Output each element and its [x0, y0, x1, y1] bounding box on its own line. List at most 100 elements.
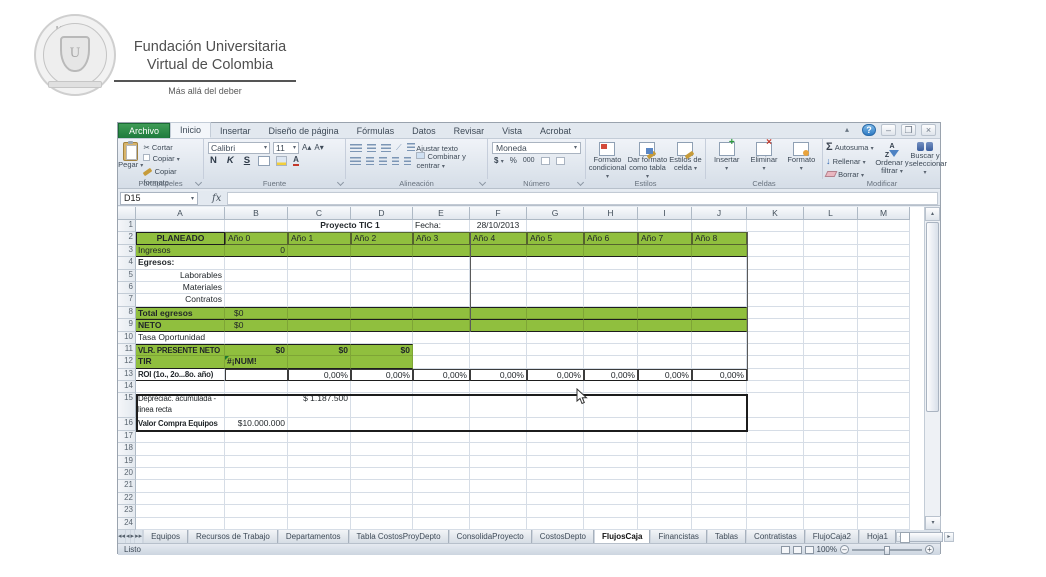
cell-J7[interactable] [692, 294, 747, 306]
cell-J22[interactable] [692, 493, 747, 505]
find-select-button[interactable]: Buscar y seleccionar ▾ [909, 141, 941, 182]
cell-E2[interactable]: Año 3 [413, 232, 470, 244]
percent-button[interactable]: % [510, 156, 517, 165]
restore-window-button[interactable]: ❐ [901, 124, 916, 136]
name-box-dropdown-icon[interactable]: ▾ [191, 195, 194, 202]
col-header-I[interactable]: I [638, 207, 692, 220]
cell-M1[interactable] [858, 220, 910, 232]
cell-E24[interactable] [413, 518, 470, 530]
cell-J6[interactable] [692, 282, 747, 294]
cell-M11[interactable] [858, 344, 910, 356]
col-header-D[interactable]: D [351, 207, 413, 220]
cell-L11[interactable] [804, 344, 858, 356]
cell-F4[interactable] [470, 257, 527, 269]
cell-J17[interactable] [692, 431, 747, 443]
cell-J24[interactable] [692, 518, 747, 530]
cell-L22[interactable] [804, 493, 858, 505]
cell-B7[interactable] [225, 294, 288, 306]
cell-G19[interactable] [527, 456, 584, 468]
cell-M24[interactable] [858, 518, 910, 530]
cell-L16[interactable] [804, 418, 858, 430]
ribbon-tab-acrobat[interactable]: Acrobat [531, 124, 580, 138]
cell-I10[interactable] [638, 332, 692, 344]
cell-styles-button[interactable]: Estilos de celda ▾ [668, 141, 703, 181]
sheet-tab-tabla-costosproydepto[interactable]: Tabla CostosProyDepto [349, 530, 449, 543]
col-header-B[interactable]: B [225, 207, 288, 220]
cell-D4[interactable] [351, 257, 413, 269]
cell-E12[interactable] [413, 356, 470, 368]
cell-I19[interactable] [638, 456, 692, 468]
cell-J3[interactable] [692, 245, 747, 257]
row-header-6[interactable]: 6 [118, 282, 136, 294]
cell-D18[interactable] [351, 443, 413, 455]
cell-L14[interactable] [804, 381, 858, 393]
row-header-11[interactable]: 11 [118, 344, 136, 356]
cell-C19[interactable] [288, 456, 351, 468]
cell-A9[interactable]: NETO [136, 319, 225, 331]
cell-M17[interactable] [858, 431, 910, 443]
cell-I22[interactable] [638, 493, 692, 505]
ribbon-tab-dise-o-de-p-gina[interactable]: Diseño de página [260, 124, 348, 138]
cell-L10[interactable] [804, 332, 858, 344]
cell-M16[interactable] [858, 418, 910, 430]
cell-G6[interactable] [527, 282, 584, 294]
cell-C20[interactable] [288, 468, 351, 480]
cell-A14[interactable] [136, 381, 225, 393]
zoom-slider-handle[interactable] [884, 546, 890, 555]
cell-M3[interactable] [858, 245, 910, 257]
cell-K18[interactable] [747, 443, 804, 455]
cell-J5[interactable] [692, 270, 747, 282]
cell-B6[interactable] [225, 282, 288, 294]
cell-I11[interactable] [638, 344, 692, 356]
cell-J11[interactable] [692, 344, 747, 356]
cell-B4[interactable] [225, 257, 288, 269]
cell-C7[interactable] [288, 294, 351, 306]
cell-D21[interactable] [351, 480, 413, 492]
cell-G16[interactable] [527, 418, 584, 430]
cut-button[interactable]: ✂ Cortar [143, 142, 203, 153]
cell-J19[interactable] [692, 456, 747, 468]
cell-M9[interactable] [858, 319, 910, 331]
scroll-right-icon[interactable]: ▸ [944, 532, 954, 542]
cell-A1[interactable] [136, 220, 225, 232]
orientation-button[interactable]: ⟋ [396, 143, 402, 153]
ribbon-tab-insertar[interactable]: Insertar [211, 124, 260, 138]
underline-button[interactable]: S [242, 155, 252, 166]
cell-E8[interactable] [413, 307, 470, 319]
cell-A24[interactable] [136, 518, 225, 530]
cell-G22[interactable] [527, 493, 584, 505]
sheet-tab-contratistas[interactable]: Contratistas [746, 530, 805, 543]
cell-K19[interactable] [747, 456, 804, 468]
zoom-level[interactable]: 100% [817, 545, 837, 554]
cell-E7[interactable] [413, 294, 470, 306]
cell-B23[interactable] [225, 505, 288, 517]
cell-H12[interactable] [584, 356, 638, 368]
cell-K23[interactable] [747, 505, 804, 517]
cell-H6[interactable] [584, 282, 638, 294]
row-header-23[interactable]: 23 [118, 505, 136, 517]
cell-E18[interactable] [413, 443, 470, 455]
row-header-15[interactable]: 15 [118, 393, 136, 418]
cell-E22[interactable] [413, 493, 470, 505]
cell-A23[interactable] [136, 505, 225, 517]
cell-L4[interactable] [804, 257, 858, 269]
col-header-A[interactable]: A [136, 207, 225, 220]
cell-C12[interactable] [288, 356, 351, 368]
cell-G2[interactable]: Año 5 [527, 232, 584, 244]
cell-C21[interactable] [288, 480, 351, 492]
row-header-20[interactable]: 20 [118, 468, 136, 480]
cell-K11[interactable] [747, 344, 804, 356]
cell-B13[interactable] [225, 369, 288, 381]
cell-C15[interactable]: $ 1.187.500 [288, 393, 351, 418]
cell-E17[interactable] [413, 431, 470, 443]
row-header-8[interactable]: 8 [118, 307, 136, 319]
fill-color-button[interactable] [276, 156, 287, 166]
shrink-font-button[interactable]: A▾ [314, 143, 323, 152]
cell-I8[interactable] [638, 307, 692, 319]
currency-button[interactable]: $ ▾ [494, 156, 504, 165]
cell-H8[interactable] [584, 307, 638, 319]
scroll-down-icon[interactable]: ▾ [925, 516, 941, 530]
cell-A12[interactable]: TIR [136, 356, 225, 368]
row-header-16[interactable]: 16 [118, 418, 136, 430]
row-header-9[interactable]: 9 [118, 319, 136, 331]
